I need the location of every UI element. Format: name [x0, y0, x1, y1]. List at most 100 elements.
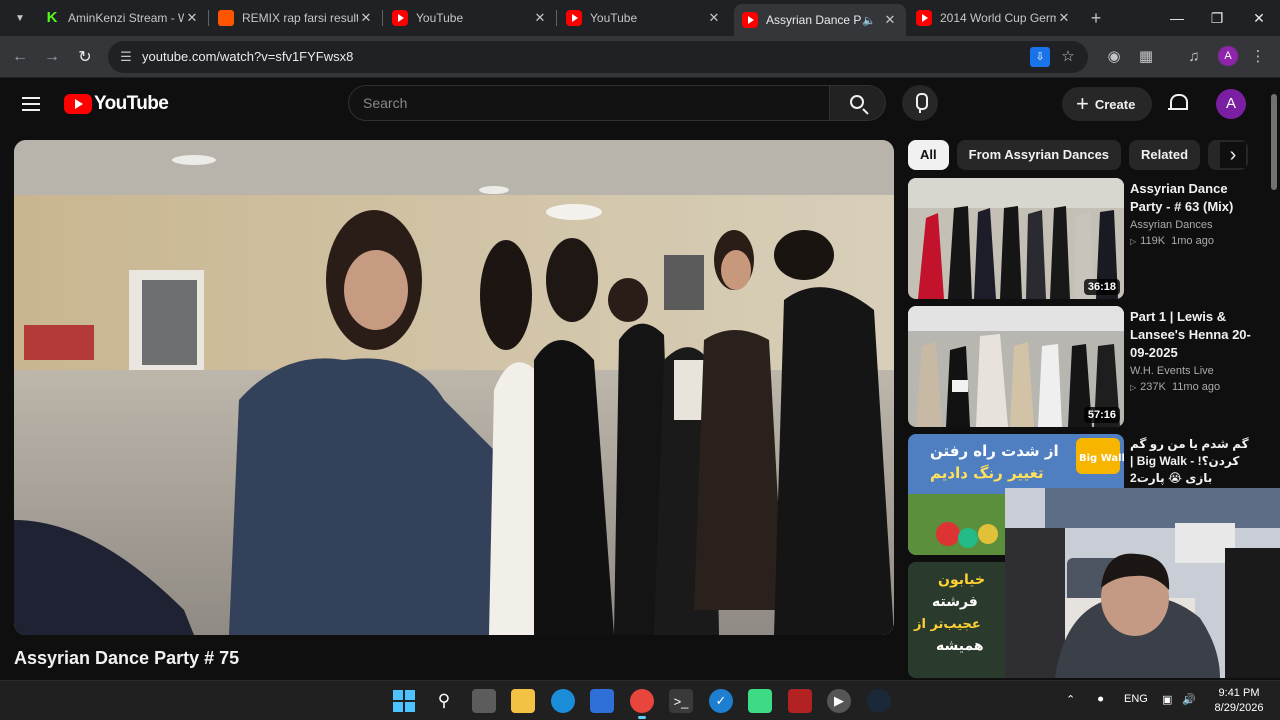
- tray-mic-icon[interactable]: ⚫: [1096, 693, 1105, 706]
- tab-youtube-2[interactable]: YouTube ✕: [558, 4, 730, 32]
- tab-assyrian-dance[interactable]: Assyrian Dance Par 🔈 ✕: [734, 4, 906, 36]
- back-arrow-icon[interactable]: ←: [8, 45, 32, 69]
- media-player-icon[interactable]: ▶: [827, 689, 851, 713]
- thumb-text: عجیب‌تر از: [913, 617, 981, 632]
- thumb-badge-text: Big Walk: [1079, 453, 1124, 464]
- reload-icon[interactable]: ↻: [73, 45, 97, 69]
- profile-avatar-icon[interactable]: A: [1218, 46, 1238, 66]
- bookmark-star-icon[interactable]: ☆: [1058, 47, 1078, 67]
- hamburger-menu-icon[interactable]: [22, 94, 42, 114]
- youtube-header: YouTube + Create A: [0, 79, 1280, 129]
- channel-name[interactable]: Assyrian Dances: [1130, 219, 1258, 231]
- search-button[interactable]: [830, 85, 886, 121]
- minimize-icon[interactable]: —: [1156, 0, 1198, 36]
- kick-icon: K: [46, 9, 58, 26]
- forward-arrow-icon[interactable]: →: [40, 45, 64, 69]
- tab-close-icon[interactable]: ✕: [882, 12, 898, 28]
- thumb-text: خیابون: [938, 572, 985, 588]
- restore-icon[interactable]: ❐: [1196, 0, 1238, 36]
- windows-taskbar: ⚲ >_ ✓ ▶ ⌃ ⚫ ENG ▣ 🔊 9:41 PM 8/29/2026: [0, 680, 1280, 720]
- filter-chips: All From Assyrian Dances Related Fo: [908, 140, 1250, 170]
- video-duration: 57:16: [1083, 407, 1120, 423]
- page-scrollbar[interactable]: [1270, 90, 1278, 680]
- youtube-icon: [392, 10, 408, 26]
- voice-search-mic-icon[interactable]: [902, 85, 938, 121]
- video-title-link[interactable]: Part 1 | Lewis & Lansee's Henna 20-09-20…: [1130, 308, 1258, 362]
- video-stats: ▷ 237K 11mo ago: [1130, 381, 1258, 393]
- window-close-icon[interactable]: ✕: [1238, 0, 1280, 36]
- tab-youtube-1[interactable]: YouTube ✕: [384, 4, 557, 32]
- youtube-logo[interactable]: YouTube: [64, 93, 169, 115]
- media-controls-icon[interactable]: ♫: [1184, 47, 1204, 67]
- game-icon[interactable]: [788, 689, 812, 713]
- chip-from-channel[interactable]: From Assyrian Dances: [956, 140, 1122, 170]
- tab-separator: [208, 10, 209, 26]
- windows-start-icon[interactable]: [392, 689, 416, 713]
- url-text[interactable]: youtube.com/watch?v=sfv1FYFwsx8: [142, 49, 353, 64]
- tab-title: YouTube: [416, 11, 464, 25]
- chip-related[interactable]: Related: [1129, 140, 1201, 170]
- volume-icon[interactable]: 🔊: [1182, 693, 1196, 706]
- tab-close-icon[interactable]: ✕: [532, 10, 548, 26]
- taskbar-search-icon[interactable]: ⚲: [432, 689, 456, 713]
- extension-circle-icon[interactable]: ◉: [1104, 47, 1124, 67]
- address-bar[interactable]: ☰ youtube.com/watch?v=sfv1FYFwsx8 ⇩ ☆: [108, 41, 1088, 73]
- tab-search-chevron-icon[interactable]: ▼: [8, 6, 32, 30]
- vscode-like-icon[interactable]: ✓: [709, 689, 733, 713]
- site-info-icon[interactable]: ☰: [118, 49, 134, 65]
- tab-world-cup[interactable]: 2014 World Cup Germ ✕: [908, 4, 1080, 32]
- notifications-bell-icon[interactable]: [1166, 91, 1190, 115]
- upload-age: 11mo ago: [1171, 381, 1221, 393]
- tab-close-icon[interactable]: ✕: [184, 10, 200, 26]
- tab-aminkenzi[interactable]: K AminKenzi Stream - W ✕: [36, 4, 209, 32]
- recommendation-item[interactable]: 36:18 Assyrian Dance Party - # 63 (Mix) …: [908, 178, 1258, 300]
- android-icon[interactable]: [748, 689, 772, 713]
- play-icon: ▷: [1130, 237, 1137, 246]
- extensions-puzzle-icon[interactable]: ▦: [1136, 47, 1156, 67]
- thumb-text: فرشته: [932, 594, 978, 610]
- tab-separator: [556, 10, 557, 26]
- video-player[interactable]: [14, 140, 894, 635]
- create-label: Create: [1094, 96, 1136, 112]
- tab-remix-rap[interactable]: REMIX rap farsi results ✕: [210, 4, 383, 32]
- kebab-menu-icon[interactable]: ⋮: [1248, 47, 1268, 67]
- chip-all[interactable]: All: [908, 140, 949, 170]
- windows-logo: [393, 690, 415, 712]
- tab-close-icon[interactable]: ✕: [358, 10, 374, 26]
- tab-close-icon[interactable]: ✕: [1056, 10, 1072, 26]
- clock-date: 8/29/2026: [1214, 702, 1264, 714]
- tray-overflow-chevron-icon[interactable]: ⌃: [1066, 693, 1075, 706]
- video-thumbnail[interactable]: 57:16: [908, 306, 1124, 427]
- install-app-icon[interactable]: ⇩: [1030, 47, 1050, 67]
- search-icon: [850, 95, 864, 109]
- system-clock[interactable]: 9:41 PM 8/29/2026: [1208, 686, 1270, 716]
- tab-title: REMIX rap farsi results: [242, 11, 358, 25]
- scrollbar-thumb[interactable]: [1271, 94, 1277, 190]
- video-thumbnail[interactable]: 36:18: [908, 178, 1124, 299]
- chevron-right-icon[interactable]: ›: [1220, 142, 1246, 168]
- recommendation-item[interactable]: 57:16 Part 1 | Lewis & Lansee's Henna 20…: [908, 306, 1258, 428]
- youtube-icon: [742, 12, 758, 28]
- task-view-icon[interactable]: [472, 689, 496, 713]
- channel-name[interactable]: W.H. Events Live: [1130, 365, 1258, 377]
- tab-title: AminKenzi Stream - W: [68, 11, 184, 25]
- terminal-icon[interactable]: >_: [669, 689, 693, 713]
- create-button[interactable]: + Create: [1062, 87, 1152, 121]
- network-icon[interactable]: ▣: [1162, 693, 1172, 706]
- account-avatar[interactable]: A: [1216, 89, 1246, 119]
- steam-icon[interactable]: [867, 689, 891, 713]
- tab-close-icon[interactable]: ✕: [706, 10, 722, 26]
- chrome-icon[interactable]: [630, 689, 654, 719]
- tab-title: YouTube: [590, 11, 638, 25]
- search-box: [348, 85, 830, 121]
- video-title-link[interactable]: Assyrian Dance Party - # 63 (Mix): [1130, 180, 1258, 216]
- edge-icon[interactable]: [551, 689, 575, 713]
- file-explorer-icon[interactable]: [511, 689, 535, 713]
- language-indicator[interactable]: ENG: [1124, 693, 1148, 705]
- video-title-link[interactable]: گم شدم یا من رو گم کردن؟! - Big Walk | ب…: [1130, 436, 1258, 487]
- upload-age: 1mo ago: [1171, 235, 1214, 247]
- search-input[interactable]: [349, 86, 829, 120]
- new-tab-plus-icon[interactable]: +: [1086, 8, 1106, 28]
- speaker-icon[interactable]: 🔈: [862, 14, 876, 27]
- store-icon[interactable]: [590, 689, 614, 713]
